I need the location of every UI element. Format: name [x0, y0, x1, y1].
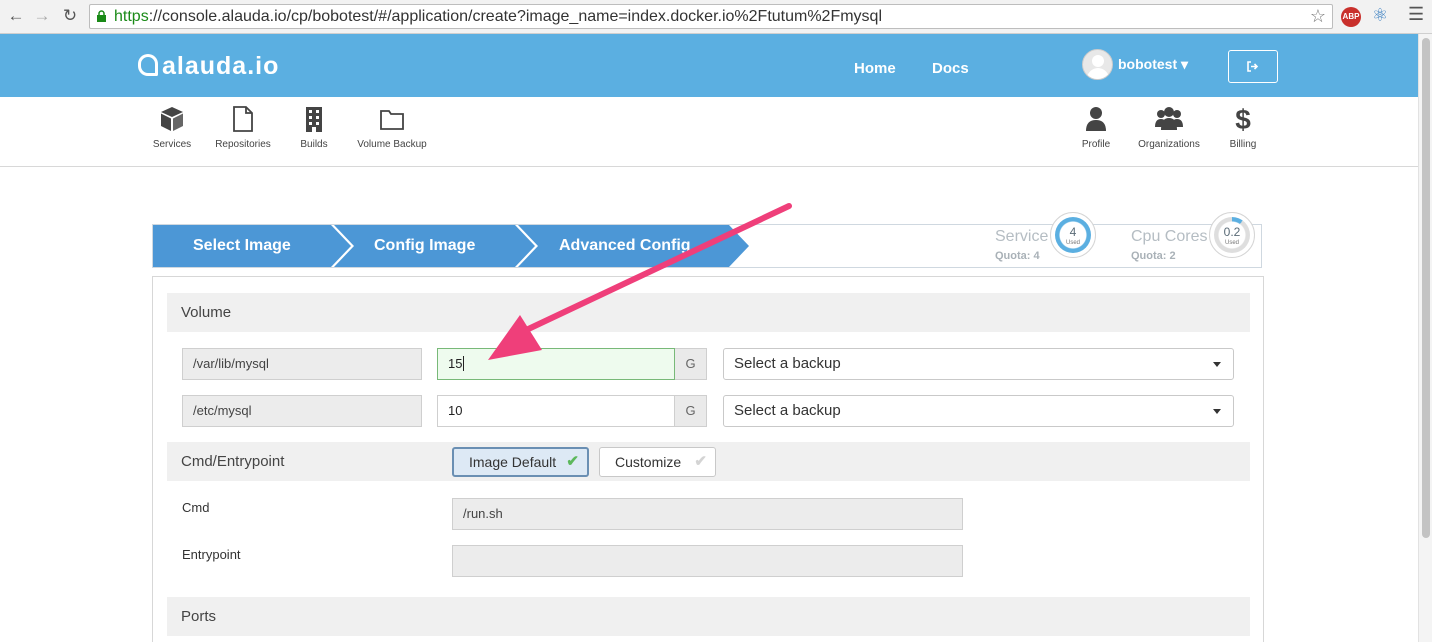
logo[interactable]: alauda.io	[138, 52, 279, 81]
check-icon: ✔	[694, 453, 707, 470]
backup-select-placeholder: Select a backup	[734, 402, 841, 419]
nav-repositories-label: Repositories	[215, 139, 271, 150]
image-default-label: Image Default	[469, 454, 557, 470]
cpu-used-value: 0.2	[1223, 225, 1241, 239]
volume-path-field: /var/lib/mysql	[182, 348, 422, 380]
page-scrollbar[interactable]	[1418, 34, 1432, 642]
cpu-used-label: Used	[1224, 240, 1239, 246]
nav-billing-label: Billing	[1229, 139, 1257, 150]
svg-text:$: $	[1235, 105, 1251, 133]
annotation-arrow	[488, 203, 792, 360]
size-unit-addon: G	[675, 395, 707, 427]
cmd-field[interactable]: /run.sh	[452, 498, 963, 530]
service-usage-gauge: 4 Used	[1055, 217, 1091, 253]
browser-menu-icon[interactable]: ☰	[1408, 4, 1424, 25]
nav-services-label: Services	[152, 139, 192, 150]
cpu-usage-ring: 0.2 Used	[1209, 212, 1255, 258]
logo-mark-icon	[138, 54, 158, 76]
ports-section-title: Ports	[167, 597, 1250, 636]
nav-profile-label: Profile	[1081, 139, 1111, 150]
nav-repositories[interactable]: Repositories	[212, 105, 274, 150]
browser-toolbar: ← → ↻ https://console.alauda.io/cp/bobot…	[0, 0, 1432, 34]
check-icon: ✔	[566, 453, 579, 470]
forward-icon[interactable]: →	[32, 6, 52, 26]
nav-builds-label: Builds	[300, 139, 328, 150]
service-used-value: 4	[1069, 225, 1077, 239]
cpu-usage-gauge: 0.2 Used	[1214, 217, 1250, 253]
address-bar[interactable]: https://console.alauda.io/cp/bobotest/#/…	[89, 4, 1333, 29]
text-cursor	[463, 356, 465, 371]
username: bobotest	[1118, 56, 1178, 72]
nav-volume-backup-label: Volume Backup	[357, 139, 427, 150]
folder-icon	[380, 110, 404, 130]
entrypoint-field[interactable]	[452, 545, 963, 577]
sign-out-icon	[1247, 61, 1259, 72]
avatar[interactable]	[1082, 49, 1113, 80]
service-quota-text: Quota: 4	[995, 250, 1040, 262]
volume-size-value: 10	[448, 403, 463, 418]
scroll-thumb[interactable]	[1422, 38, 1430, 538]
url-scheme: https	[114, 8, 149, 25]
nav-volume-backup[interactable]: Volume Backup	[354, 105, 430, 150]
cpu-quota-text: Quota: 2	[1131, 250, 1176, 262]
file-icon	[233, 106, 253, 132]
logout-button[interactable]	[1228, 50, 1278, 83]
lock-icon	[97, 10, 106, 22]
entrypoint-label: Entrypoint	[182, 547, 241, 562]
nav-link-docs[interactable]: Docs	[932, 60, 969, 77]
image-default-toggle[interactable]: Image Default ✔	[452, 447, 589, 477]
nav-link-home[interactable]: Home	[854, 60, 896, 77]
dollar-icon: $	[1235, 105, 1251, 133]
logo-text: alauda.io	[162, 52, 280, 80]
user-menu[interactable]: bobotest ▾	[1118, 56, 1188, 73]
caret-down-icon	[1213, 362, 1221, 367]
nav-organizations-label: Organizations	[1138, 139, 1200, 150]
top-navbar: alauda.io Home Docs bobotest ▾	[0, 34, 1418, 97]
nav-services[interactable]: Services	[152, 105, 192, 150]
caret-down-icon	[1213, 409, 1221, 414]
wizard-step-select-image[interactable]: Select Image	[193, 225, 291, 267]
chevron-down-icon: ▾	[1181, 56, 1189, 72]
volume-path-field: /etc/mysql	[182, 395, 422, 427]
user-icon	[1086, 107, 1106, 131]
nav-builds[interactable]: Builds	[296, 105, 332, 150]
url-path: ://console.alauda.io/cp/bobotest/#/appli…	[148, 8, 883, 25]
service-used-label: Used	[1065, 240, 1080, 246]
nav-profile[interactable]: Profile	[1078, 105, 1114, 150]
customize-toggle[interactable]: Customize ✔	[599, 447, 716, 477]
cpu-quota-label: Cpu Cores	[1131, 228, 1208, 245]
adblock-icon[interactable]: ABP	[1341, 7, 1361, 27]
cmd-label: Cmd	[182, 500, 210, 515]
service-usage-ring: 4 Used	[1050, 212, 1096, 258]
reload-icon[interactable]: ↻	[60, 6, 80, 26]
building-icon	[306, 107, 322, 132]
volume-size-value: 15	[448, 356, 463, 371]
cmd-entrypoint-title: Cmd/Entrypoint	[181, 453, 285, 470]
icon-nav: Services Repositories Builds Volume Back…	[0, 97, 1418, 167]
back-icon[interactable]: ←	[6, 6, 26, 26]
customize-label: Customize	[615, 454, 682, 470]
nav-organizations[interactable]: Organizations	[1136, 105, 1202, 150]
service-quota-label: Service	[995, 228, 1049, 245]
volume-size-input[interactable]: 10	[437, 395, 675, 427]
nav-billing[interactable]: $ Billing	[1224, 105, 1262, 150]
backup-select[interactable]: Select a backup	[723, 395, 1234, 427]
extension-icon[interactable]: ⚛	[1372, 5, 1388, 26]
bookmark-star-icon[interactable]: ☆	[1310, 5, 1326, 28]
cube-icon	[161, 107, 183, 131]
wizard-step-config-image[interactable]: Config Image	[374, 225, 475, 267]
users-icon	[1155, 107, 1183, 130]
